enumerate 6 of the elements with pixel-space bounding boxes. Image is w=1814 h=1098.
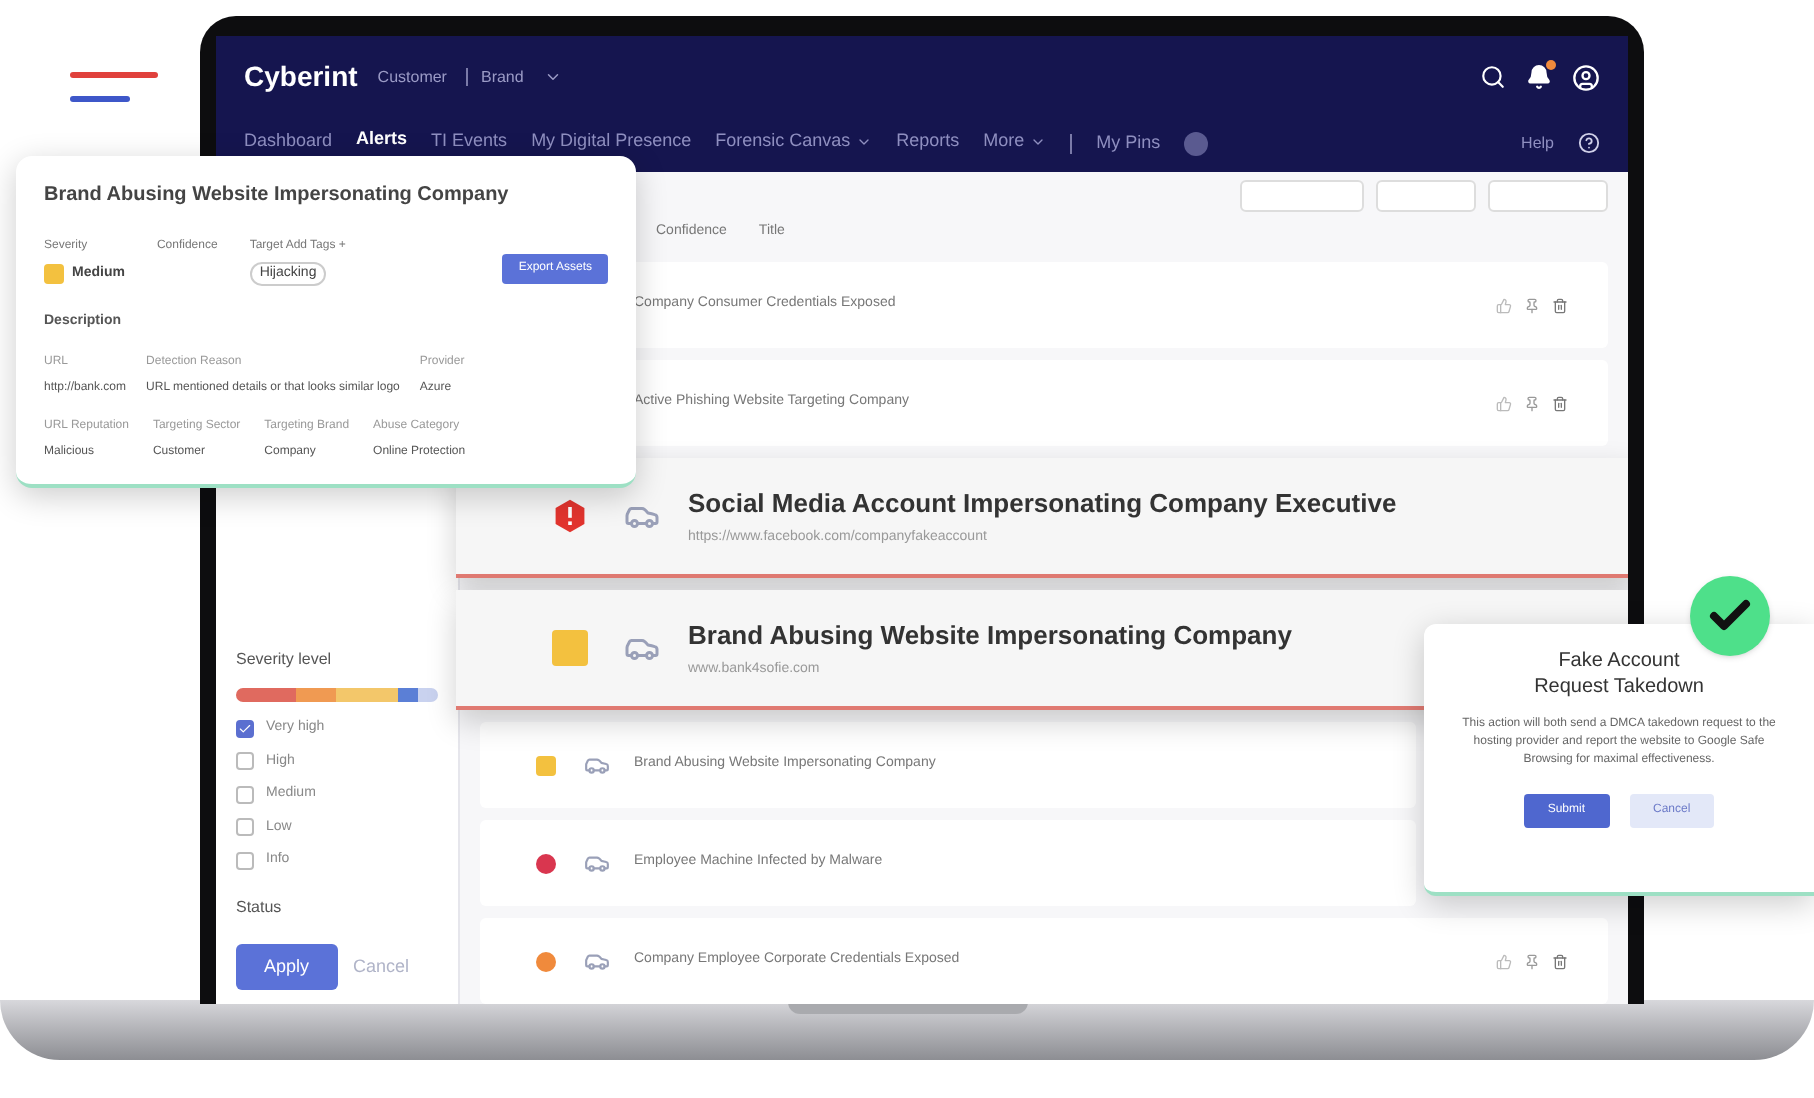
- card-title: Brand Abusing Website Impersonating Company: [44, 182, 511, 210]
- filter-heading: Status: [236, 895, 284, 919]
- alert-title: Social Media Account Impersonating Company Executive: [688, 485, 1397, 522]
- alert-title: Brand Abusing Website Impersonating Company: [688, 617, 1292, 654]
- brand-logo-text: Cyberint: [244, 58, 358, 96]
- filter-heading: Severity level: [236, 648, 332, 672]
